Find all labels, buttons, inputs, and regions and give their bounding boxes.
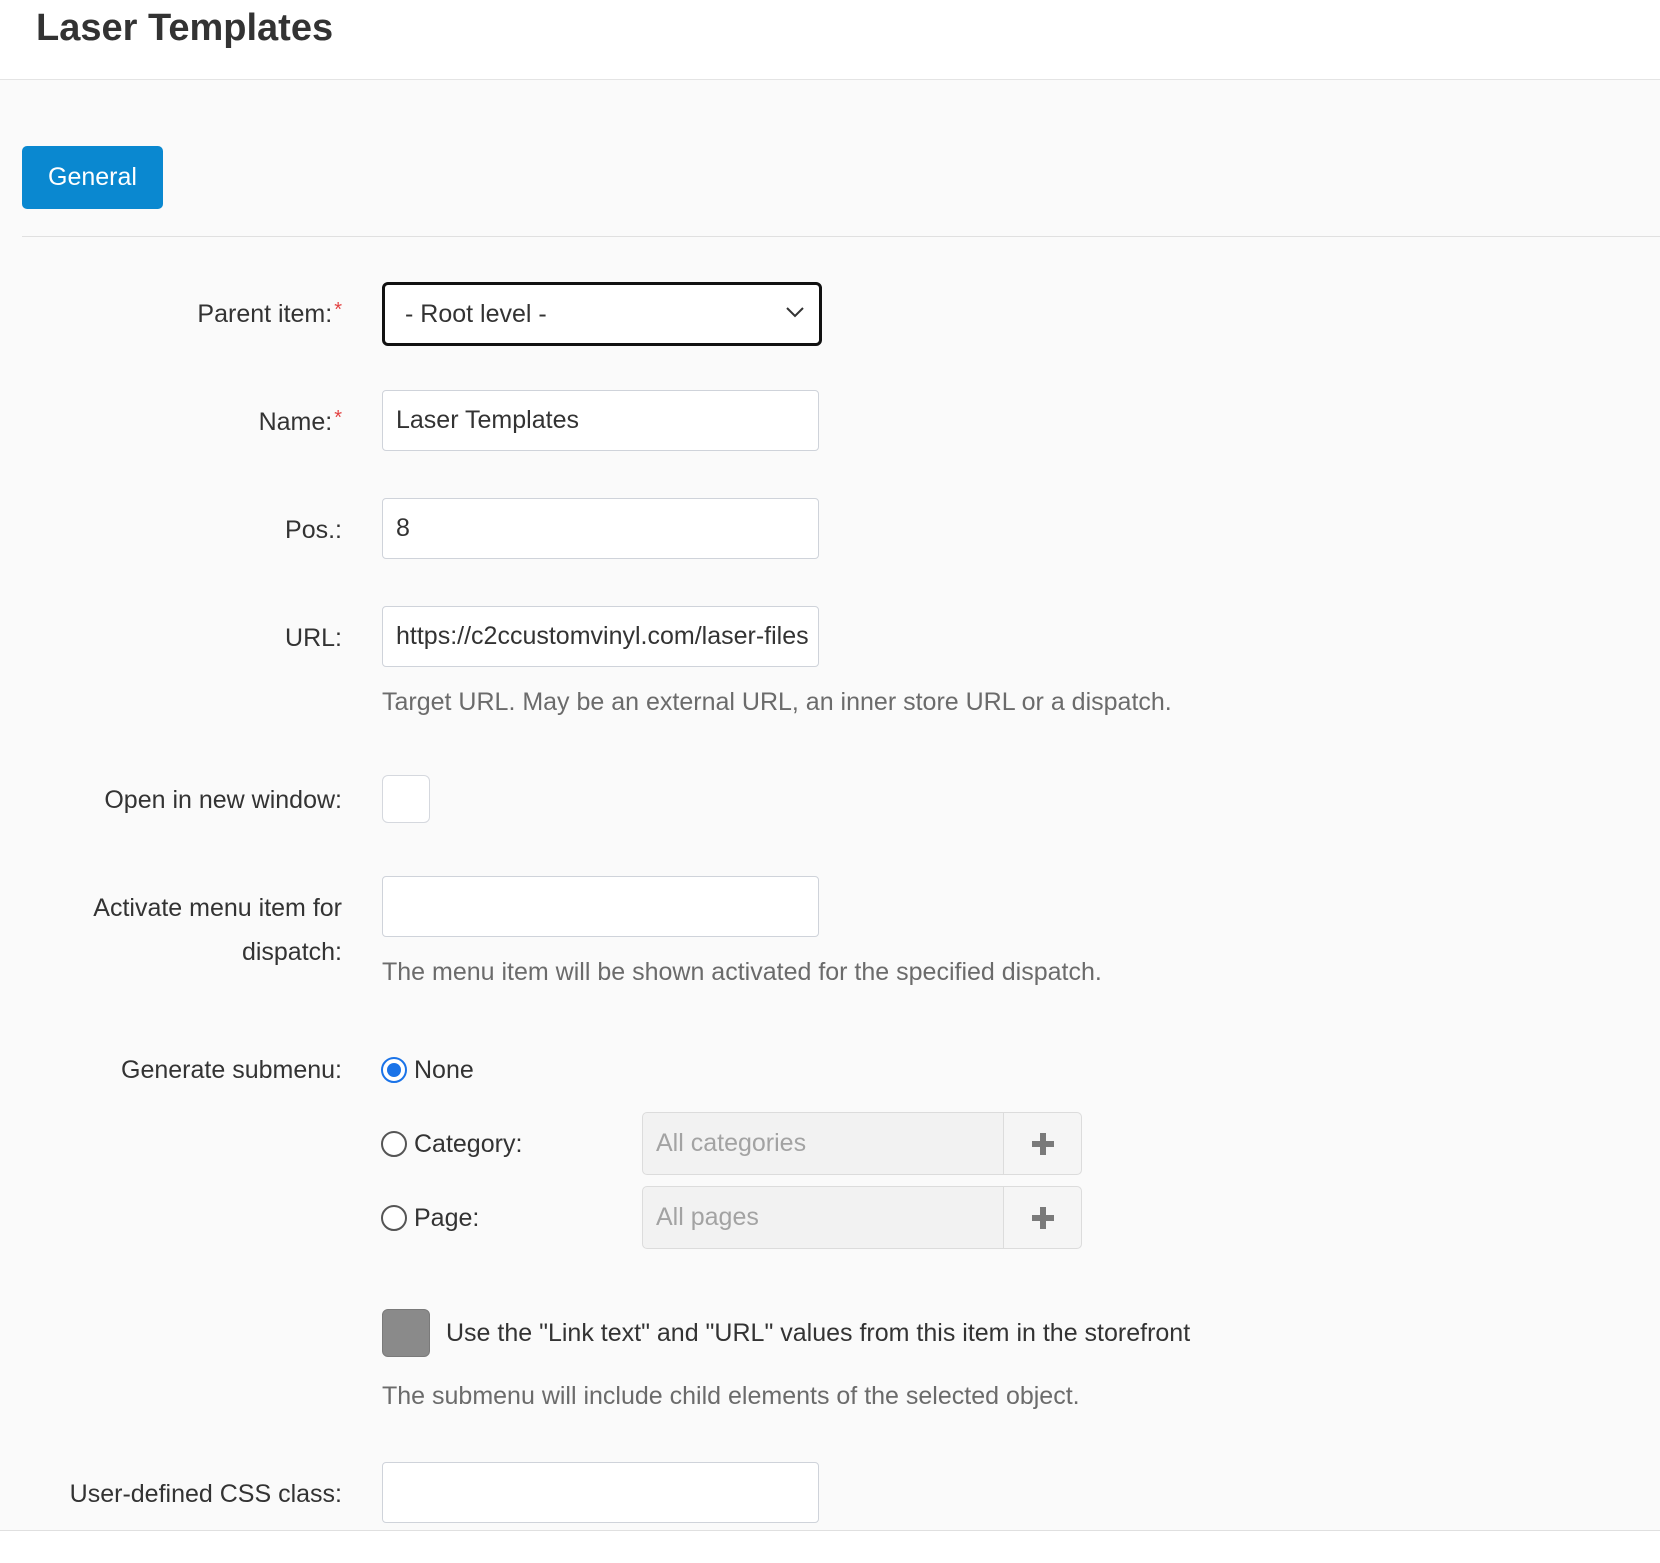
use-link-text-checkbox[interactable]: [382, 1309, 430, 1357]
page-add-button[interactable]: [1003, 1187, 1081, 1248]
plus-icon: [1031, 1206, 1054, 1229]
submenu-page-label: Page:: [414, 1204, 480, 1232]
category-picker-placeholder: All categories: [656, 1129, 807, 1157]
activate-dispatch-input[interactable]: [382, 876, 819, 937]
activate-dispatch-help-text: The menu item will be shown activated fo…: [382, 958, 1102, 986]
parent-item-selected: - Root level -: [405, 300, 547, 328]
required-mark: *: [334, 407, 342, 429]
url-label: URL:: [285, 624, 342, 652]
open-new-window-label: Open in new window:: [104, 786, 342, 814]
css-class-input[interactable]: [382, 1462, 819, 1523]
open-new-window-checkbox[interactable]: [382, 775, 430, 823]
submenu-category-label: Category:: [414, 1130, 523, 1158]
category-picker[interactable]: All categories: [642, 1112, 1082, 1175]
bottom-divider: [0, 1530, 1660, 1531]
submenu-none-radio[interactable]: [381, 1057, 407, 1083]
tab-divider: [22, 236, 1660, 237]
page-picker[interactable]: All pages: [642, 1186, 1082, 1249]
tab-general[interactable]: General: [22, 146, 163, 209]
url-help-text: Target URL. May be an external URL, an i…: [382, 688, 1172, 716]
chevron-down-icon: [786, 307, 804, 318]
generate-submenu-label: Generate submenu:: [121, 1056, 342, 1084]
submenu-help-text: The submenu will include child elements …: [382, 1382, 1080, 1410]
submenu-category-radio[interactable]: [381, 1131, 407, 1157]
url-input[interactable]: https://c2ccustomvinyl.com/laser-files: [382, 606, 819, 667]
pos-label: Pos.:: [285, 516, 342, 544]
page-title: Laser Templates: [36, 7, 334, 49]
plus-icon: [1031, 1132, 1054, 1155]
required-mark: *: [334, 299, 342, 321]
name-label: Name: *: [258, 407, 342, 436]
page: Laser Templates General Parent item: * - …: [0, 0, 1660, 1563]
parent-item-select[interactable]: - Root level -: [382, 282, 822, 346]
pos-input[interactable]: 8: [382, 498, 819, 559]
category-add-button[interactable]: [1003, 1113, 1081, 1174]
css-class-label: User-defined CSS class:: [69, 1480, 342, 1508]
page-picker-placeholder: All pages: [656, 1203, 759, 1231]
parent-item-label: Parent item: *: [197, 299, 342, 328]
activate-dispatch-label: Activate menu item for dispatch:: [93, 894, 342, 966]
page-header: Laser Templates: [0, 0, 1660, 80]
submenu-none-label: None: [414, 1056, 474, 1084]
name-input[interactable]: Laser Templates: [382, 390, 819, 451]
use-link-text-label: Use the "Link text" and "URL" values fro…: [446, 1319, 1191, 1347]
submenu-page-radio[interactable]: [381, 1205, 407, 1231]
